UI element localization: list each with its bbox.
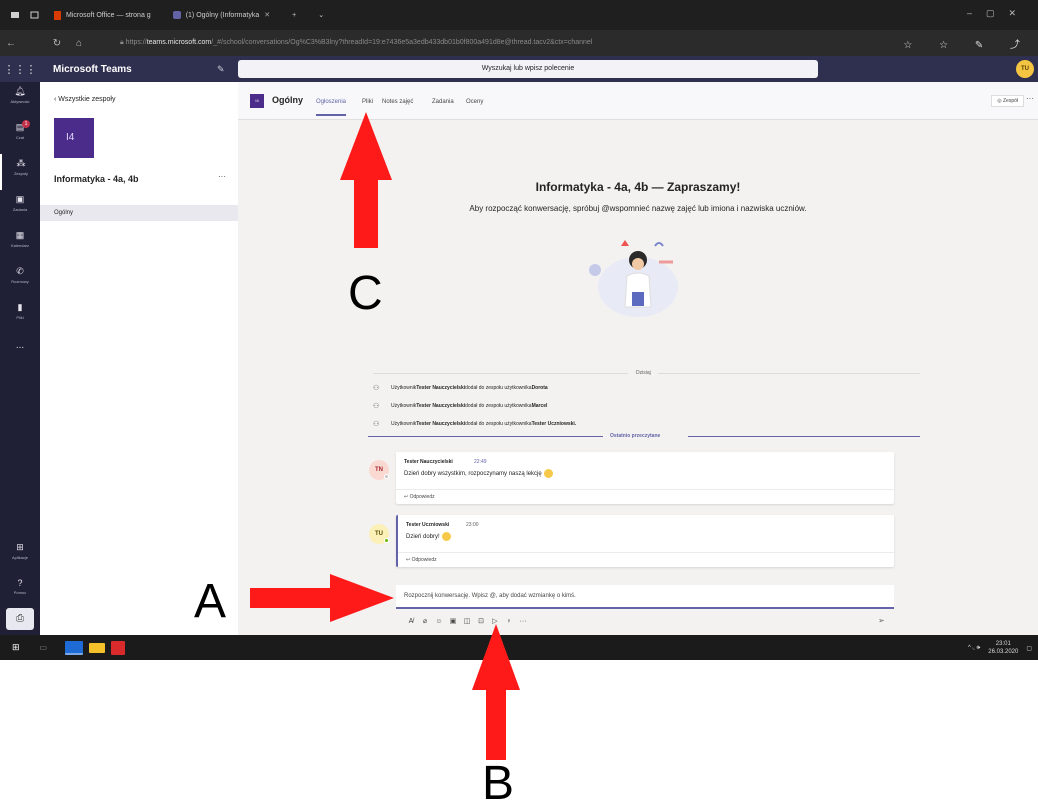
annotation-label-b: B [482, 757, 515, 810]
annotation-layer [250, 112, 520, 760]
arrow-a [250, 574, 394, 622]
arrow-c [340, 112, 392, 248]
annotation-label-a: A [194, 575, 227, 628]
arrow-b [472, 624, 520, 760]
annotation-label-c: C [348, 267, 383, 320]
